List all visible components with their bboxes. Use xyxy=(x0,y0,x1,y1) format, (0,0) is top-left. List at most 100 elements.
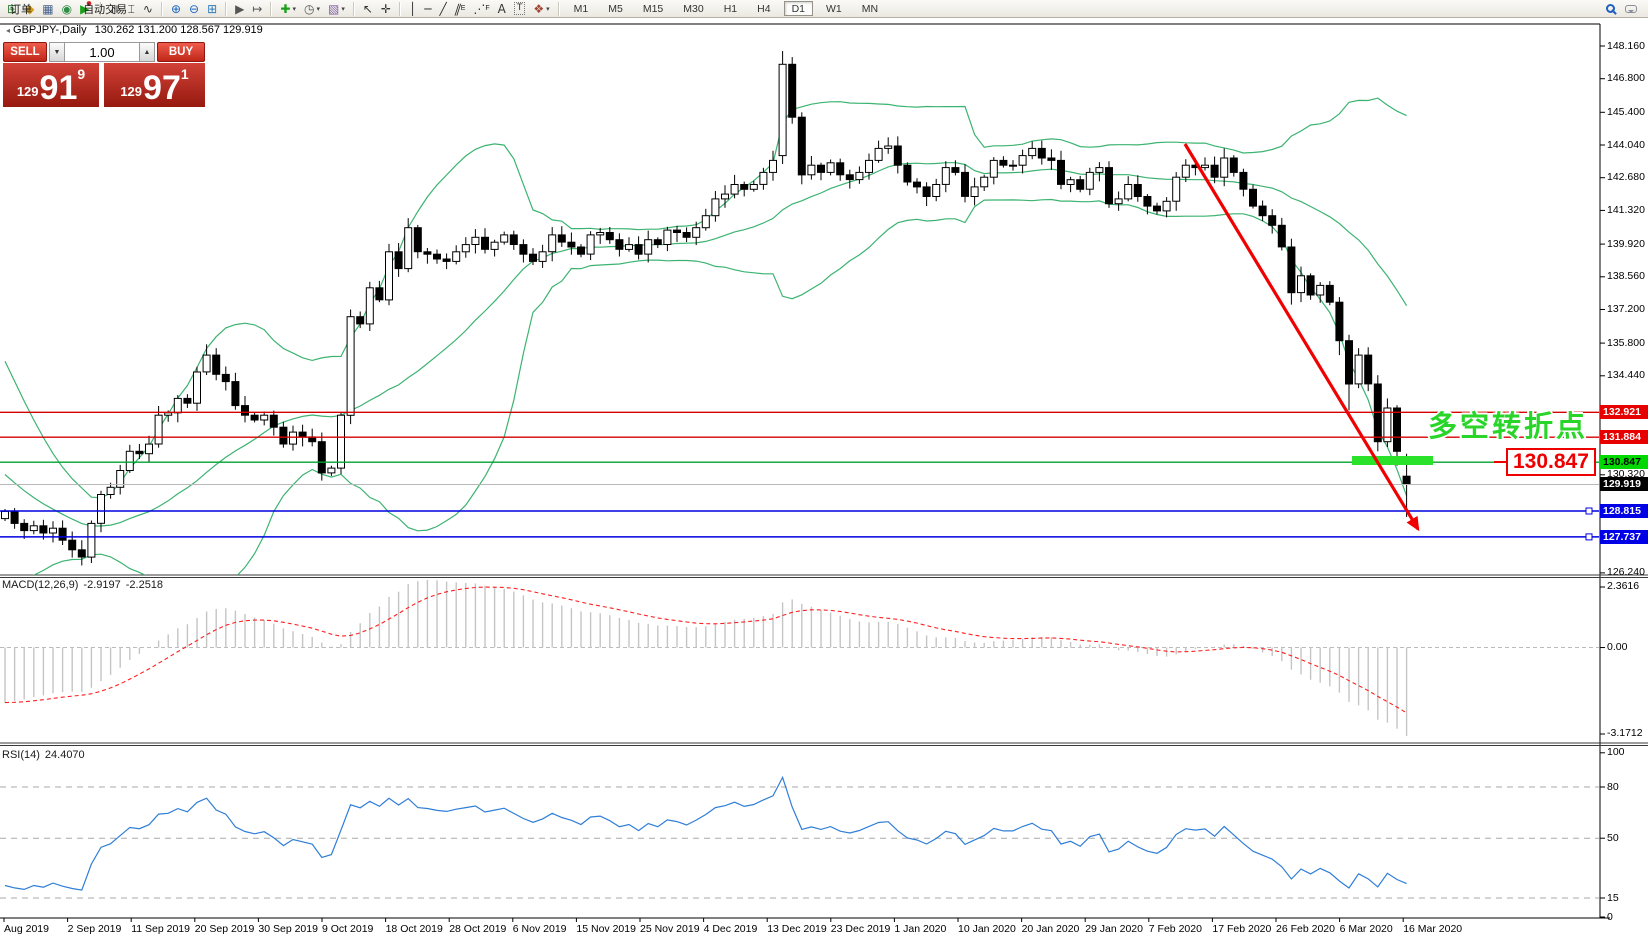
timeframe-m15-button[interactable]: M15 xyxy=(636,1,670,16)
text-label-button[interactable]: T xyxy=(511,1,529,17)
bar-chart-icon: ≡ xyxy=(108,3,122,13)
crosshair-button[interactable]: ✛ xyxy=(378,1,394,17)
date-tick-label: 13 Dec 2019 xyxy=(767,923,827,935)
toolbar-separator xyxy=(270,2,272,16)
arrows-dropdown-icon[interactable]: ▾ xyxy=(546,5,550,13)
date-tick-label: 6 Nov 2019 xyxy=(513,923,567,935)
timeframe-h4-button[interactable]: H4 xyxy=(750,1,777,16)
buy-price-pip: 1 xyxy=(181,66,189,82)
periods-icon: ◷ xyxy=(304,2,314,16)
sell-price-base: 129 xyxy=(17,84,39,99)
vertical-line-button[interactable]: │ xyxy=(406,1,419,17)
toolbar-right-icons xyxy=(1606,4,1645,13)
date-tick-label: 1 Jan 2020 xyxy=(894,923,946,935)
navigator-button[interactable]: ◉ xyxy=(59,1,75,17)
buy-button[interactable]: BUY xyxy=(157,42,205,62)
price-tick-label: 126.240 xyxy=(1607,566,1645,578)
cursor-icon: ↖ xyxy=(363,2,373,16)
chart-area[interactable]: ◂GBPJPY-,Daily130.262 131.200 128.567 12… xyxy=(0,18,1648,940)
date-tick-label: 16 Mar 2020 xyxy=(1403,923,1462,935)
fibonacci-icon: ⋰ xyxy=(473,2,485,16)
indicators-button[interactable]: ✚▾ xyxy=(277,1,299,17)
templates-button[interactable]: ▧▾ xyxy=(325,1,348,17)
autotrading-button[interactable]: ▶●自动交易 xyxy=(77,1,94,17)
equidistant-channel-button[interactable]: ∥E xyxy=(452,1,469,17)
level-price-box[interactable]: 130.847 xyxy=(1506,448,1596,476)
macd-indicator-label: MACD(12,26,9) -2.9197 -2.2518 xyxy=(2,579,168,591)
one-click-trading-panel: SELL ▼ ▲ BUY 129 91 9 129 97 1 xyxy=(3,42,205,107)
timeframe-m30-button[interactable]: M30 xyxy=(676,1,710,16)
trendline-icon: ╱ xyxy=(439,2,446,16)
date-tick-label: 25 Nov 2019 xyxy=(640,923,700,935)
templates-dropdown-icon[interactable]: ▾ xyxy=(341,5,345,13)
macd-max-label: 2.3616 xyxy=(1607,580,1639,592)
turning-point-annotation[interactable]: 多空转折点 xyxy=(1428,403,1588,445)
periods-button[interactable]: ◷▾ xyxy=(301,1,323,17)
price-tick-label: 138.560 xyxy=(1607,270,1645,282)
market-watch-button[interactable]: ▦ xyxy=(39,1,56,17)
sell-price-display[interactable]: 129 91 9 xyxy=(3,63,99,107)
rsi-line xyxy=(5,777,1407,890)
text-button[interactable]: A xyxy=(495,1,509,17)
sell-price-big: 91 xyxy=(40,72,78,104)
timeframe-h1-button[interactable]: H1 xyxy=(717,1,744,16)
date-tick-label: 2 Sep 2019 xyxy=(68,923,122,935)
price-tick-label: 148.160 xyxy=(1607,40,1645,52)
price-marker-label: 132.921 xyxy=(1600,405,1648,419)
chat-icon[interactable] xyxy=(1625,5,1637,13)
tile-windows-icon: ⊞ xyxy=(207,2,217,16)
date-tick-label: 20 Jan 2020 xyxy=(1022,923,1080,935)
timeframe-d1-button[interactable]: D1 xyxy=(784,1,813,16)
date-tick-label: 26 Feb 2020 xyxy=(1276,923,1335,935)
chart-title-icon: ◂ xyxy=(6,26,10,35)
date-tick-label: 9 Oct 2019 xyxy=(322,923,373,935)
timeframe-m5-button[interactable]: M5 xyxy=(601,1,630,16)
navigator-icon: ◉ xyxy=(62,2,72,16)
date-tick-label: 11 Sep 2019 xyxy=(131,923,190,935)
toolbar-separator xyxy=(399,2,401,16)
sell-button[interactable]: SELL xyxy=(3,42,47,62)
periods-dropdown-icon[interactable]: ▾ xyxy=(316,5,320,13)
vertical-line-icon: │ xyxy=(409,2,416,16)
zoom-in-button[interactable]: ⊕ xyxy=(168,1,184,17)
lot-increase-button[interactable]: ▲ xyxy=(139,42,155,62)
line-chart-button[interactable]: ∿ xyxy=(140,1,156,17)
line-handle[interactable] xyxy=(1586,534,1592,540)
green-highlight-bar[interactable] xyxy=(1352,456,1433,465)
auto-scroll-button[interactable]: ▶ xyxy=(232,1,247,17)
line-handle[interactable] xyxy=(1586,508,1592,514)
arrows-icon: ❖ xyxy=(533,2,544,16)
macd-signal-line xyxy=(5,587,1407,713)
macd-signal-value: -2.2518 xyxy=(126,579,163,591)
market-watch-icon: ▦ xyxy=(42,2,53,16)
date-tick-label: 30 Sep 2019 xyxy=(258,923,318,935)
timeframe-mn-button[interactable]: MN xyxy=(855,1,885,16)
macd-name: MACD(12,26,9) xyxy=(2,579,78,591)
buy-price-display[interactable]: 129 97 1 xyxy=(104,63,205,107)
line-chart-icon: ∿ xyxy=(143,2,153,16)
lot-size-input[interactable] xyxy=(65,42,139,62)
toolbar-separator xyxy=(225,2,227,16)
macd-value: -2.9197 xyxy=(83,579,120,591)
cursor-button[interactable]: ↖ xyxy=(360,1,376,17)
macd-min-label: -3.1712 xyxy=(1607,727,1643,739)
fibonacci-button[interactable]: ⋰F xyxy=(470,1,492,17)
timeframe-m1-button[interactable]: M1 xyxy=(567,1,596,16)
rsi-tick-label: 0 xyxy=(1607,911,1613,923)
price-tick-label: 142.680 xyxy=(1607,171,1645,183)
chart-shift-button[interactable]: ↦ xyxy=(249,1,265,17)
date-tick-label: 28 Oct 2019 xyxy=(449,923,506,935)
new-order-button[interactable]: ⊞订单 xyxy=(4,1,20,17)
horizontal-line-button[interactable]: ─ xyxy=(421,1,434,17)
search-icon[interactable] xyxy=(1606,4,1615,13)
candles xyxy=(2,51,1411,566)
arrows-button[interactable]: ❖▾ xyxy=(530,1,552,17)
trendline-button[interactable]: ╱ xyxy=(436,1,449,17)
indicators-dropdown-icon[interactable]: ▾ xyxy=(292,5,296,13)
zoom-out-button[interactable]: ⊖ xyxy=(186,1,202,17)
main-price-pane xyxy=(0,51,1600,596)
tile-windows-button[interactable]: ⊞ xyxy=(204,1,220,17)
price-tick-label: 141.320 xyxy=(1607,204,1645,216)
lot-decrease-button[interactable]: ▼ xyxy=(49,42,65,62)
timeframe-w1-button[interactable]: W1 xyxy=(819,1,849,16)
